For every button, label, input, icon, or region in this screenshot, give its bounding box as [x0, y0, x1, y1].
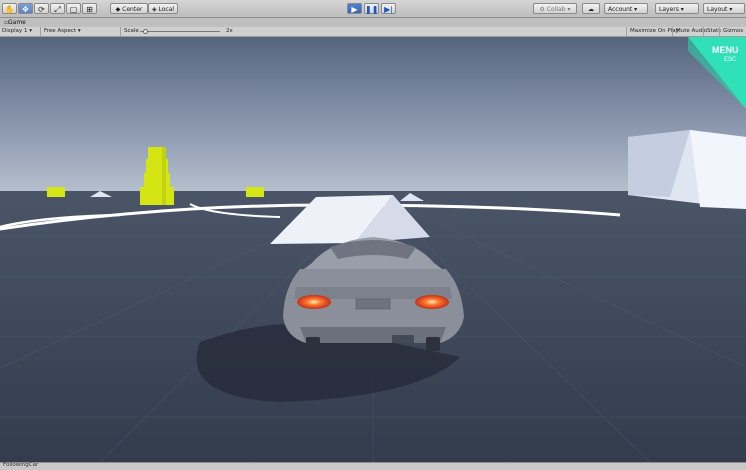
tab-game[interactable]: ▭ Game — [4, 18, 26, 27]
rotate-tool-icon[interactable]: ⟳ — [34, 3, 49, 14]
pivot-label: Center — [122, 6, 143, 13]
pivot-toggle-button[interactable]: ◆ Center — [110, 3, 148, 14]
collab-dropdown[interactable]: ⚙ Collab ▾ — [533, 3, 577, 14]
cloud-icon[interactable]: ☁ — [582, 3, 600, 14]
space-toggle-button[interactable]: ◈ Local — [148, 3, 178, 14]
rect-tool-icon[interactable]: ▢ — [66, 3, 81, 14]
game-viewport[interactable] — [0, 37, 746, 462]
transform-tool-icon[interactable]: ⊞ — [82, 3, 97, 14]
account-label: Account — [608, 6, 633, 13]
collab-label: Collab — [546, 6, 566, 13]
account-dropdown[interactable]: Account ▾ — [604, 3, 648, 14]
play-button[interactable]: ▶ — [347, 3, 362, 14]
scene-render — [0, 37, 746, 462]
display-dropdown[interactable]: Display 1 ▾ — [2, 27, 32, 36]
layout-label: Layout — [707, 6, 728, 13]
pause-button[interactable]: ❚❚ — [364, 3, 379, 14]
move-tool-icon[interactable]: ✥ — [18, 3, 33, 14]
yellow-block-mid — [246, 187, 264, 197]
game-tab-label: Game — [8, 19, 26, 26]
layout-dropdown[interactable]: Layout ▾ — [703, 3, 745, 14]
scale-tool-icon[interactable]: ⤢ — [50, 3, 65, 14]
yellow-block-left — [47, 187, 65, 197]
status-text: FollowingCar — [3, 462, 39, 468]
layers-label: Layers — [659, 6, 679, 13]
aspect-label: Free Aspect — [44, 28, 77, 34]
scale-slider-handle[interactable] — [143, 29, 148, 34]
menu-label[interactable]: MENU — [712, 45, 739, 55]
display-label: Display 1 — [2, 28, 28, 34]
esc-label: ESC — [724, 57, 737, 63]
scale-slider-track[interactable] — [140, 31, 220, 32]
hand-tool-icon[interactable]: ✋ — [2, 3, 17, 14]
layers-dropdown[interactable]: Layers ▾ — [655, 3, 699, 14]
aspect-dropdown[interactable]: Free Aspect ▾ — [40, 27, 84, 36]
main-toolbar: ✋ ✥ ⟳ ⤢ ▢ ⊞ ◆ Center ◈ Local ▶ ❚❚ ▶| ⚙ C… — [0, 0, 746, 18]
scale-value: 2x — [226, 28, 233, 34]
gizmos-dropdown[interactable]: Gizmos — [719, 27, 746, 36]
space-label: Local — [158, 6, 175, 13]
game-view-bar: Display 1 ▾ Free Aspect ▾ Scale 2x Maxim… — [0, 27, 746, 37]
scale-label: Scale — [120, 27, 142, 36]
step-button[interactable]: ▶| — [381, 3, 396, 14]
